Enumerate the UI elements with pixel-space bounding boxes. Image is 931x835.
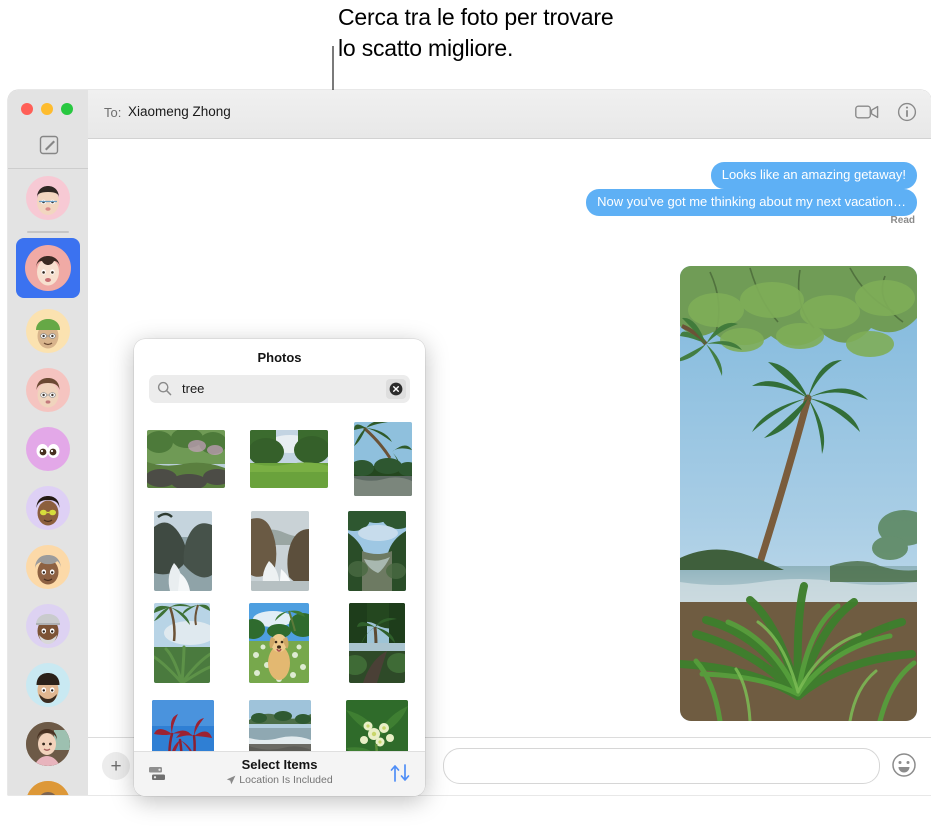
sidebar-item-conv-8[interactable] [16, 600, 80, 652]
avatar [26, 368, 70, 412]
message-input[interactable] [444, 749, 879, 783]
maximize-window-button[interactable] [61, 103, 73, 115]
photo-white-flower[interactable] [345, 700, 408, 753]
add-attachment-button[interactable]: + [102, 752, 130, 780]
sidebar-item-conv-5[interactable] [16, 423, 80, 475]
sidebar-item-conv-6[interactable] [16, 482, 80, 534]
compose-icon[interactable] [38, 134, 60, 156]
photo-red-leaves-sky[interactable] [151, 700, 214, 753]
titlebar-actions [855, 102, 917, 127]
photo-grid-row [134, 505, 425, 597]
clear-search-button[interactable] [386, 379, 406, 399]
photo-jungle-stream[interactable] [347, 511, 406, 591]
photo-grid-row [134, 413, 425, 505]
photo-grid [134, 413, 425, 753]
photo-cliff-coast[interactable] [153, 511, 212, 591]
photo-grid-row [134, 689, 425, 753]
photo-palm-river[interactable] [354, 422, 413, 496]
photo-attachment[interactable] [680, 266, 917, 721]
sidebar-item-conv-7[interactable] [16, 541, 80, 593]
avatar [26, 722, 70, 766]
photo-forest-rocks[interactable] [146, 430, 225, 488]
sidebar-item-conv-4[interactable] [16, 364, 80, 416]
photo-sea-rocks[interactable] [250, 511, 309, 591]
search-icon [157, 381, 172, 401]
screenshot-root: Cerca tra le foto per trovare lo scatto … [0, 0, 931, 835]
avatar [26, 486, 70, 530]
search-input-value[interactable]: tree [182, 381, 204, 396]
sidebar [8, 90, 89, 795]
sidebar-item-conv-2[interactable] [16, 238, 80, 298]
popover-title: Photos [257, 350, 302, 365]
minimize-window-button[interactable] [41, 103, 53, 115]
callout-line-1: Cerca tra le foto per trovare [338, 4, 614, 30]
avatar [26, 604, 70, 648]
message-bubble[interactable]: Now you've got me thinking about my next… [586, 189, 917, 216]
callout-caption: Cerca tra le foto per trovare lo scatto … [338, 2, 758, 64]
avatar [26, 545, 70, 589]
sidebar-item-conv-11[interactable] [16, 777, 80, 795]
sort-arrows-icon[interactable] [389, 763, 411, 788]
photo-green-meadow[interactable] [250, 430, 329, 488]
search-field[interactable]: tree [149, 375, 410, 403]
recipient-name: Xiaomeng Zhong [128, 104, 231, 119]
photos-popover: Photos tree Select Items Location Is Inc… [134, 339, 425, 796]
select-items-label[interactable]: Select Items [134, 757, 425, 773]
sidebar-item-conv-1[interactable] [16, 172, 80, 224]
location-included-label: Location Is Included [239, 774, 333, 786]
video-camera-icon[interactable] [855, 103, 879, 126]
sidebar-divider [8, 168, 88, 169]
to-label: To: [104, 105, 122, 120]
info-circle-icon[interactable] [897, 102, 917, 127]
emoji-smiley-icon[interactable] [891, 752, 917, 778]
avatar [26, 176, 70, 220]
close-window-button[interactable] [21, 103, 33, 115]
window-controls [21, 103, 73, 115]
message-input-wrapper[interactable] [443, 748, 880, 784]
avatar [26, 309, 70, 353]
photo-beach-shore[interactable] [248, 700, 311, 753]
read-receipt: Read [890, 215, 915, 226]
conversation-list [8, 172, 88, 795]
conversation-titlebar: To: Xiaomeng Zhong [88, 90, 931, 139]
message-bubble[interactable]: Looks like an amazing getaway! [710, 162, 917, 189]
photo-palm-sky[interactable] [153, 603, 210, 683]
footer-labels: Select Items Location Is Included [134, 757, 425, 787]
avatar [26, 427, 70, 471]
avatar [26, 663, 70, 707]
location-arrow-icon [227, 775, 236, 785]
sidebar-item-conv-3[interactable] [16, 305, 80, 357]
conversation-separator [27, 231, 69, 233]
sidebar-item-conv-9[interactable] [16, 659, 80, 711]
sidebar-item-conv-10[interactable] [16, 718, 80, 770]
callout-line-2: lo scatto migliore. [338, 35, 514, 61]
location-included-row: Location Is Included [134, 773, 425, 787]
avatar [25, 245, 71, 291]
photo-grid-row [134, 597, 425, 689]
avatar [26, 781, 70, 795]
photo-dog-flowers[interactable] [249, 603, 310, 683]
photo-palm-path[interactable] [349, 603, 406, 683]
popover-footer: Select Items Location Is Included [134, 751, 425, 796]
